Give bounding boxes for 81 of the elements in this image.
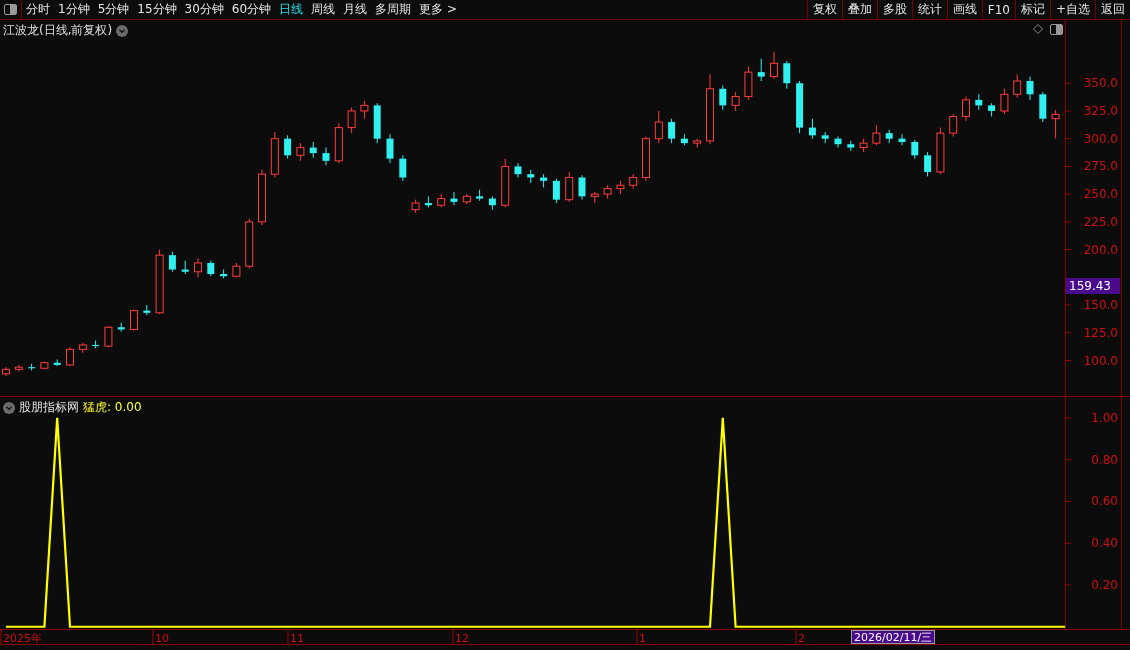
axis-tick-label: 150.0 — [1083, 298, 1118, 313]
candlestick — [194, 257, 202, 278]
period-tab[interactable]: 分时 — [22, 0, 54, 19]
chevron-down-icon[interactable] — [116, 24, 129, 37]
candlestick — [386, 133, 394, 164]
candlestick — [284, 134, 292, 160]
candlestick — [770, 51, 778, 80]
candlestick — [450, 191, 458, 206]
candlestick — [347, 107, 356, 134]
period-tab[interactable]: 15分钟 — [133, 0, 181, 19]
toolbar-button[interactable]: 复权 — [806, 0, 842, 19]
axis-tick-label: 1.00 — [1091, 410, 1118, 425]
candlestick — [654, 110, 663, 144]
toolbar-button[interactable]: F10 — [981, 0, 1015, 19]
period-tab[interactable]: 60分钟 — [227, 0, 276, 19]
candlestick — [399, 154, 407, 182]
date-label: 2 — [798, 631, 805, 644]
axis-tick-label: 275.0 — [1083, 159, 1118, 174]
candlestick — [1026, 76, 1034, 101]
chart-title: 江波龙(日线,前复权) — [3, 22, 113, 39]
date-label: 10 — [155, 631, 169, 644]
candlestick — [719, 84, 727, 111]
toolbar-button[interactable]: 标记 — [1014, 0, 1050, 19]
candlestick — [911, 139, 919, 160]
axis-tick-label: 250.0 — [1083, 187, 1118, 202]
date-label: 11 — [290, 631, 304, 644]
candlestick — [731, 91, 740, 112]
axis-tick-label: 0.60 — [1091, 494, 1118, 509]
date-label: 2025年 — [3, 631, 42, 644]
toolbar-button[interactable]: 画线 — [946, 0, 982, 19]
chevron-down-icon[interactable] — [3, 401, 15, 414]
candlestick — [668, 118, 676, 144]
period-tab[interactable]: 30分钟 — [180, 0, 228, 19]
candlestick — [949, 113, 958, 137]
panel-toggle-icon[interactable] — [1049, 23, 1063, 35]
candlestick — [552, 178, 560, 204]
indicator-title: 股朋指标网 — [19, 399, 79, 416]
candlestick — [1013, 73, 1022, 99]
candlestick — [565, 171, 574, 203]
period-tab[interactable]: 更多 > — [415, 0, 461, 19]
toolbar-button[interactable]: 叠加 — [841, 0, 877, 19]
candlestick — [757, 58, 765, 82]
candlestick — [962, 96, 970, 122]
axis-tick-label: 325.0 — [1083, 103, 1118, 118]
toolbar-button[interactable]: +自选 — [1049, 0, 1095, 19]
cursor-date: 2026/02/11/三 — [851, 630, 936, 644]
candlestick — [783, 60, 791, 90]
candlestick — [872, 124, 881, 146]
period-tab[interactable]: 周线 — [307, 0, 340, 19]
axis-tick-label: 350.0 — [1083, 76, 1118, 91]
toolbar-button[interactable]: 多股 — [876, 0, 912, 19]
axis-tick-label: 300.0 — [1083, 131, 1118, 146]
diamond-icon[interactable] — [1033, 24, 1043, 34]
axis-tick-label: 125.0 — [1083, 325, 1118, 340]
period-tab[interactable]: 1分钟 — [54, 0, 94, 19]
indicator-legend: 猛虎: 0.00 — [83, 399, 142, 416]
toolbar-button[interactable]: 统计 — [911, 0, 947, 19]
candlestick — [168, 251, 176, 273]
candlestick — [834, 135, 842, 149]
candlestick — [1000, 88, 1009, 115]
period-tab[interactable]: 多周期 — [371, 0, 416, 19]
candlestick — [322, 147, 330, 166]
axis-tick-label: 200.0 — [1083, 242, 1118, 257]
price-marker: 159.43 — [1066, 278, 1120, 294]
period-tab[interactable]: 5分钟 — [93, 0, 134, 19]
candlestick — [924, 151, 932, 177]
date-label: 1 — [639, 631, 646, 644]
axis-tick-label: 0.80 — [1091, 452, 1118, 467]
axis-tick-label: 0.20 — [1091, 578, 1118, 592]
candlestick — [898, 133, 906, 146]
date-label: 12 — [455, 631, 469, 644]
period-tab[interactable]: 日线 — [275, 0, 308, 19]
candlestick — [808, 118, 816, 140]
period-tab[interactable]: 月线 — [339, 0, 372, 19]
toolbar-button[interactable]: 返回 — [1095, 0, 1130, 19]
candlestick — [578, 174, 586, 201]
candlestick — [130, 308, 138, 332]
candlestick — [1051, 109, 1060, 140]
axis-tick-label: 0.40 — [1091, 536, 1118, 551]
axis-tick-label: 225.0 — [1083, 214, 1118, 229]
axis-tick-label: 100.0 — [1083, 353, 1118, 368]
